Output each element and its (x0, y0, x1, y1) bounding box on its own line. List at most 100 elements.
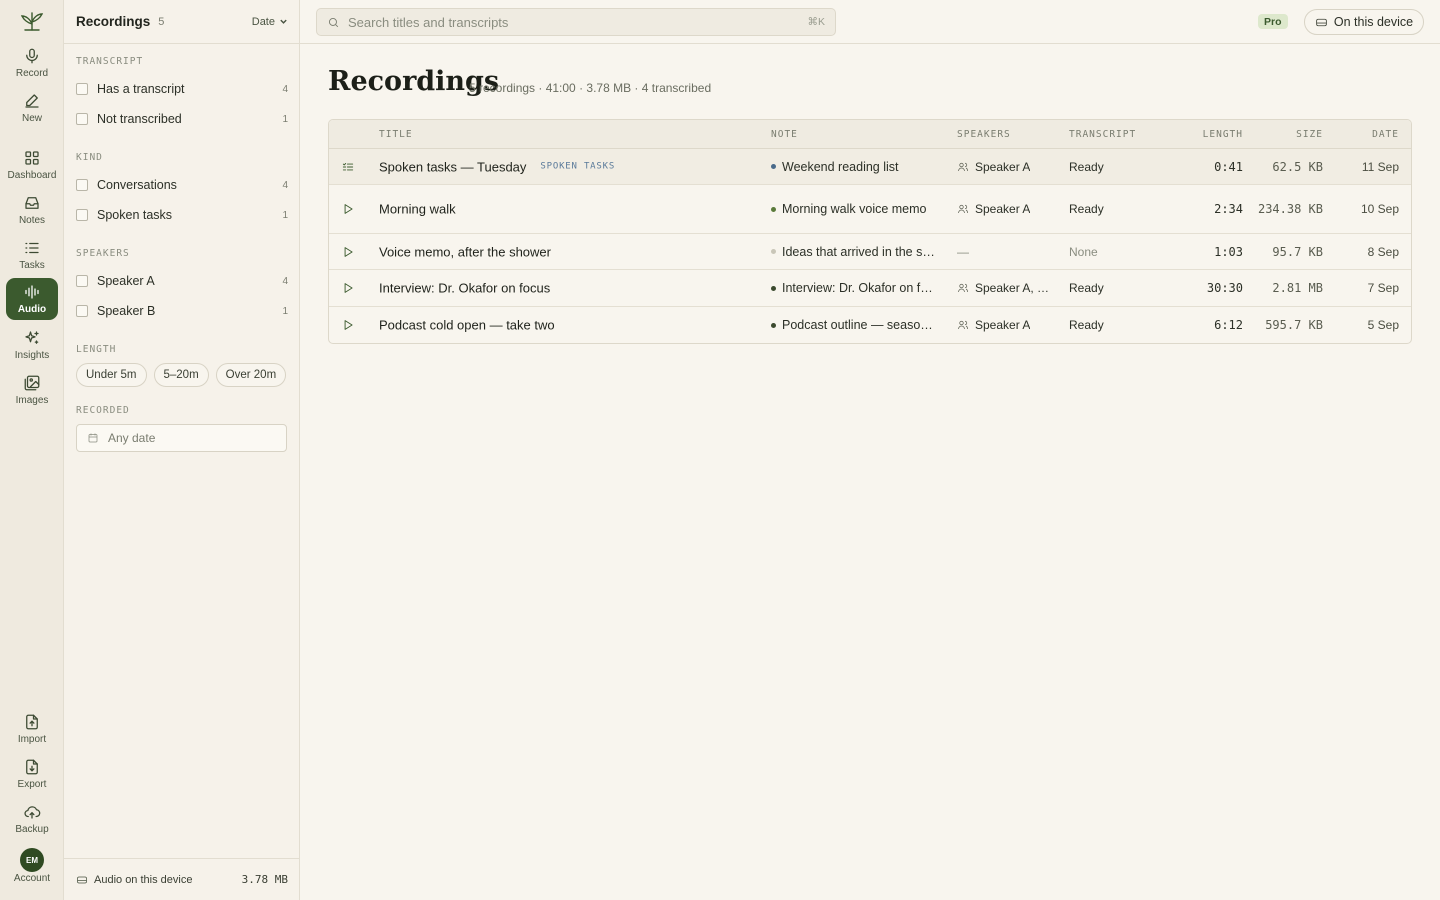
section-kind-label: KIND (76, 152, 103, 163)
section-length-label: LENGTH (76, 344, 117, 355)
rail-tasks[interactable]: Tasks (6, 234, 58, 276)
rail-export[interactable]: Export (6, 753, 58, 795)
col-date[interactable]: DATE (1372, 129, 1399, 140)
rail-insights-label: Insights (14, 350, 50, 361)
date-picker[interactable]: Any date (76, 424, 287, 452)
cloud-upload-icon (24, 806, 41, 819)
pro-badge: Pro (1258, 14, 1288, 29)
row-note[interactable]: Interview: Dr. Okafor on f… (771, 281, 946, 295)
row-transcript: Ready (1069, 159, 1104, 174)
row-title-text: Morning walk (379, 201, 456, 217)
row-date: 5 Sep (1367, 318, 1399, 332)
note-dot (771, 164, 776, 169)
row-speakers: Speaker A, S… (957, 281, 1055, 295)
rail-images[interactable]: Images (6, 369, 58, 411)
row-tag: SPOKEN TASKS (540, 161, 616, 172)
date-placeholder: Any date (108, 431, 156, 445)
filter-option-label: Has a transcript (97, 82, 185, 96)
filter-speaker-a[interactable]: Speaker A 4 (76, 271, 288, 291)
row-note[interactable]: Ideas that arrived in the s… (771, 245, 946, 259)
calendar-icon (88, 433, 98, 443)
checkbox[interactable] (76, 179, 88, 191)
rail-new-label: New (21, 113, 42, 124)
checkbox[interactable] (76, 305, 88, 317)
table-row[interactable]: Interview: Dr. Okafor on focus Interview… (329, 270, 1411, 307)
row-note-text: Morning walk voice memo (782, 202, 927, 216)
row-note[interactable]: Morning walk voice memo (771, 202, 946, 216)
col-size[interactable]: SIZE (1296, 129, 1323, 140)
users-icon (958, 204, 968, 214)
checkbox[interactable] (76, 83, 88, 95)
checkbox[interactable] (76, 113, 88, 125)
filter-speaker-b[interactable]: Speaker B 1 (76, 301, 288, 321)
rail-dashboard[interactable]: Dashboard (6, 144, 58, 186)
search-box[interactable]: ⌘K (316, 8, 836, 36)
search-input[interactable] (348, 14, 808, 30)
row-note[interactable]: Podcast outline — seaso… (771, 318, 946, 332)
rail-audio[interactable]: Audio (6, 278, 58, 320)
row-speakers: Speaker A (957, 160, 1055, 174)
rail-record[interactable]: Record (6, 42, 58, 84)
row-note[interactable]: Weekend reading list (771, 160, 946, 174)
row-size: 595.7 KB (1265, 318, 1323, 332)
filter-conversations[interactable]: Conversations 4 (76, 175, 288, 195)
sort-dropdown[interactable]: Date (252, 16, 288, 28)
chip-over-20m[interactable]: Over 20m (215, 363, 287, 387)
filter-not-transcribed[interactable]: Not transcribed 1 (76, 109, 288, 129)
rail-dashboard-label: Dashboard (7, 170, 57, 181)
rail-notes[interactable]: Notes (6, 189, 58, 231)
length-chips: Under 5m 5–20m Over 20m (76, 363, 287, 387)
play-icon[interactable] (341, 202, 355, 216)
rail-backup-label: Backup (15, 824, 49, 835)
chip-5-20m[interactable]: 5–20m (153, 363, 209, 387)
inbox-icon (25, 197, 39, 209)
list-icon (25, 242, 39, 254)
note-dot (771, 206, 776, 212)
chip-under-5m[interactable]: Under 5m (76, 363, 147, 387)
row-title: Voice memo, after the shower (379, 244, 551, 259)
col-length[interactable]: LENGTH (1203, 129, 1243, 140)
table-row[interactable]: Morning walk Morning walk voice memo Spe… (329, 185, 1411, 234)
play-icon[interactable] (341, 281, 355, 295)
filter-option-count: 1 (282, 113, 288, 125)
play-icon[interactable] (341, 318, 355, 332)
rail-new[interactable]: New (6, 87, 58, 129)
tasks-icon[interactable] (341, 160, 355, 174)
row-length: 2:34 (1214, 202, 1243, 216)
rail-notes-label: Notes (18, 215, 46, 226)
filter-option-count: 1 (282, 209, 288, 221)
filter-has-transcript[interactable]: Has a transcript 4 (76, 79, 288, 99)
checkbox[interactable] (76, 275, 88, 287)
col-speakers[interactable]: SPEAKERS (957, 129, 1011, 140)
rail-backup[interactable]: Backup (6, 798, 58, 840)
note-dot (771, 249, 776, 254)
filter-option-count: 4 (282, 179, 288, 191)
row-size: 234.38 KB (1257, 202, 1323, 216)
row-size: 95.7 KB (1272, 244, 1323, 259)
col-transcript[interactable]: TRANSCRIPT (1069, 129, 1136, 140)
table-row[interactable]: Spoken tasks — Tuesday SPOKEN TASKS Week… (329, 149, 1411, 185)
drive-icon (77, 876, 87, 883)
table-row[interactable]: Podcast cold open — take two Podcast out… (329, 307, 1411, 343)
account-avatar[interactable]: EM (20, 848, 44, 872)
rail-insights[interactable]: Insights (6, 324, 58, 366)
table-row[interactable]: Voice memo, after the shower Ideas that … (329, 234, 1411, 270)
row-speakers-text: Speaker A, S… (975, 281, 1055, 295)
col-title[interactable]: TITLE (379, 129, 413, 140)
users-icon (958, 283, 968, 293)
play-icon[interactable] (341, 245, 355, 259)
row-title-text: Interview: Dr. Okafor on focus (379, 280, 551, 296)
sparkles-icon (25, 331, 39, 344)
col-note[interactable]: NOTE (771, 129, 798, 140)
rail-import[interactable]: Import (6, 708, 58, 750)
storage-footer: Audio on this device 3.78 MB (64, 858, 300, 900)
rail-record-label: Record (15, 68, 49, 79)
filter-spoken-tasks[interactable]: Spoken tasks 1 (76, 205, 288, 225)
filter-option-label: Spoken tasks (97, 208, 173, 222)
on-this-device-button[interactable]: On this device (1304, 9, 1424, 35)
app-rail: Record New Dashboard Notes Tasks Audio I… (0, 0, 64, 900)
account-label[interactable]: Account (0, 873, 64, 884)
checkbox[interactable] (76, 209, 88, 221)
row-date: 11 Sep (1361, 159, 1399, 174)
row-speakers: Speaker A (957, 318, 1055, 332)
